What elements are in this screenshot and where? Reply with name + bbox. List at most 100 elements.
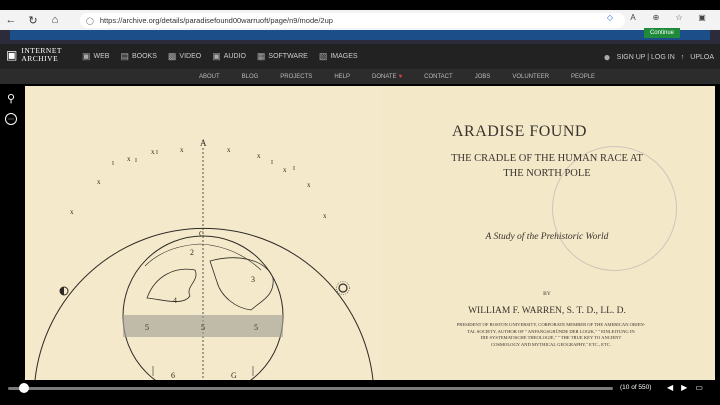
- library-stamp: [552, 146, 677, 271]
- subnav-contact[interactable]: CONTACT: [424, 74, 453, 80]
- svg-text:x: x: [227, 146, 231, 154]
- reader-controls: (10 of 550) ◀ ▶ ▭: [0, 380, 720, 397]
- label-a: A: [200, 138, 207, 148]
- svg-text:x: x: [70, 208, 74, 216]
- sun-icon: [338, 283, 348, 293]
- continent-shape: [146, 268, 197, 302]
- media-books[interactable]: ▤ BOOKS: [120, 51, 156, 62]
- next-page-icon[interactable]: ▶: [681, 383, 687, 392]
- continent-shape-east: [209, 257, 274, 311]
- page-nav-icons: ◀ ▶ ▭: [667, 383, 703, 392]
- book-author: WILLIAM F. WARREN, S. T. D., LL. D.: [468, 306, 626, 316]
- book-study: A Study of the Prehistoric World: [485, 232, 609, 242]
- subnav-jobs[interactable]: JOBS: [475, 74, 491, 80]
- search-icon[interactable]: ⚲: [7, 92, 15, 105]
- subnav-about[interactable]: ABOUT: [199, 74, 220, 80]
- subnav-donate[interactable]: DONATE ♥: [372, 74, 402, 80]
- svg-text:x: x: [97, 178, 101, 186]
- svg-text:6: 6: [171, 371, 175, 380]
- user-icon: ●: [603, 50, 611, 64]
- media-nav: ▣ WEB ▤ BOOKS ▩ VIDEO ▣ AUDIO ▦ SOFTWARE ▧ IMA…: [82, 51, 358, 62]
- zoom-icon[interactable]: ⊕: [650, 13, 662, 22]
- film-icon: ▩: [167, 51, 177, 61]
- book-reader: ⚲ ⋯ x x x x x x x x x x I I I I I A C 2 …: [0, 84, 720, 380]
- ia-logo[interactable]: ▣ INTERNET ARCHIVE: [6, 47, 62, 63]
- floppy-icon: ▦: [256, 51, 266, 61]
- archive-temple-icon: ▣: [6, 48, 18, 62]
- continue-button[interactable]: Continue: [643, 28, 680, 38]
- ia-subnav: ABOUT BLOG PROJECTS HELP DONATE ♥ CONTACT…: [0, 69, 720, 84]
- label-c: C: [199, 230, 204, 238]
- previous-page-icon[interactable]: ◀: [667, 383, 673, 392]
- tabs-icon[interactable]: ▣: [696, 13, 708, 22]
- signin-link[interactable]: SIGN UP | LOG IN: [617, 54, 675, 61]
- book-page-right[interactable]: ARADISE FOUND THE CRADLE OF THE HUMAN RA…: [382, 86, 715, 380]
- svg-text:4: 4: [173, 296, 177, 305]
- subnav-blog[interactable]: BLOG: [242, 74, 259, 80]
- screen: ← ↻ ⌂ ◯ https://archive.org/details/para…: [0, 0, 720, 405]
- lock-icon: ◯: [86, 17, 94, 25]
- book-by: BY: [543, 291, 551, 297]
- subnav-volunteer[interactable]: VOLUNTEER: [512, 74, 549, 80]
- announcement-strip: Continue: [0, 28, 720, 44]
- author-affiliation: PRESIDENT OF BOSTON UNIVERSITY, CORPORAT…: [456, 322, 646, 347]
- svg-text:5: 5: [145, 323, 149, 332]
- media-software[interactable]: ▦ SOFTWARE: [257, 51, 308, 62]
- svg-text:x: x: [151, 148, 155, 156]
- book-title: ARADISE FOUND: [452, 123, 587, 140]
- address-bar[interactable]: ◯ https://archive.org/details/paradisefo…: [80, 13, 625, 28]
- subnav-help[interactable]: HELP: [334, 74, 350, 80]
- browser-action-icons: ◇ A ⊕ ☆ ▣: [604, 13, 708, 22]
- subnav-people[interactable]: PEOPLE: [571, 74, 595, 80]
- media-video[interactable]: ▩ VIDEO: [168, 51, 201, 62]
- svg-text:I: I: [293, 166, 295, 172]
- logo-line2: ARCHIVE: [21, 54, 59, 63]
- svg-text:x: x: [257, 152, 261, 160]
- book-subtitle-line1: THE CRADLE OF THE HUMAN RACE AT: [451, 153, 643, 164]
- outer-circle: [34, 227, 374, 380]
- media-audio[interactable]: ▣ AUDIO: [212, 51, 246, 62]
- svg-text:I: I: [156, 150, 158, 156]
- svg-text:I: I: [271, 160, 273, 166]
- reader-side-tools: ⚲ ⋯: [2, 92, 20, 125]
- view-mode-icon[interactable]: ▭: [695, 383, 703, 392]
- image-icon: ▧: [318, 51, 328, 61]
- svg-text:I: I: [112, 161, 114, 167]
- diagram-labels: 2 3 4 5 5 5 6 G: [145, 248, 258, 380]
- more-options-icon[interactable]: ⋯: [5, 113, 17, 125]
- book-page-left[interactable]: x x x x x x x x x x I I I I I A C 2 3 4 …: [25, 86, 382, 380]
- browser-toolbar: ← ↻ ⌂ ◯ https://archive.org/details/para…: [0, 10, 720, 30]
- favorite-icon[interactable]: ☆: [673, 13, 685, 22]
- svg-text:5: 5: [254, 323, 258, 332]
- svg-text:x: x: [127, 155, 131, 163]
- svg-text:I: I: [135, 158, 137, 164]
- speaker-icon: ▣: [212, 51, 221, 61]
- home-icon[interactable]: ⌂: [44, 10, 66, 30]
- subnav-projects[interactable]: PROJECTS: [280, 74, 312, 80]
- reload-icon[interactable]: ↻: [22, 10, 44, 30]
- read-aloud-icon[interactable]: A: [627, 13, 639, 22]
- books-icon: ▤: [120, 51, 129, 61]
- page-slider[interactable]: [8, 387, 613, 390]
- announcement-banner: [10, 30, 710, 40]
- svg-text:x: x: [283, 166, 287, 174]
- extension-icon[interactable]: ◇: [604, 13, 616, 22]
- polar-diagram: x x x x x x x x x x I I I I I A C 2 3 4 …: [34, 138, 374, 380]
- web-icon: ▣: [82, 51, 91, 61]
- media-images[interactable]: ▧ IMAGES: [319, 51, 358, 62]
- url-text: https://archive.org/details/paradisefoun…: [99, 16, 333, 25]
- ia-header: ▣ INTERNET ARCHIVE ▣ WEB ▤ BOOKS ▩ VIDEO ▣ A…: [0, 44, 720, 69]
- svg-text:x: x: [307, 181, 311, 189]
- svg-text:x: x: [180, 146, 184, 154]
- outer-marks: x x x x x x x x x x I I I I I: [70, 146, 327, 220]
- page-count: (10 of 550): [620, 384, 652, 391]
- user-area: ● SIGN UP | LOG IN ↑ UPLOA: [603, 50, 714, 64]
- svg-text:3: 3: [251, 275, 255, 284]
- svg-text:5: 5: [201, 323, 205, 332]
- svg-text:G: G: [231, 371, 237, 380]
- back-icon[interactable]: ←: [0, 10, 22, 30]
- page-slider-handle[interactable]: [18, 383, 29, 393]
- upload-link[interactable]: UPLOA: [690, 54, 714, 61]
- media-web[interactable]: ▣ WEB: [82, 51, 109, 62]
- svg-text:2: 2: [190, 248, 194, 257]
